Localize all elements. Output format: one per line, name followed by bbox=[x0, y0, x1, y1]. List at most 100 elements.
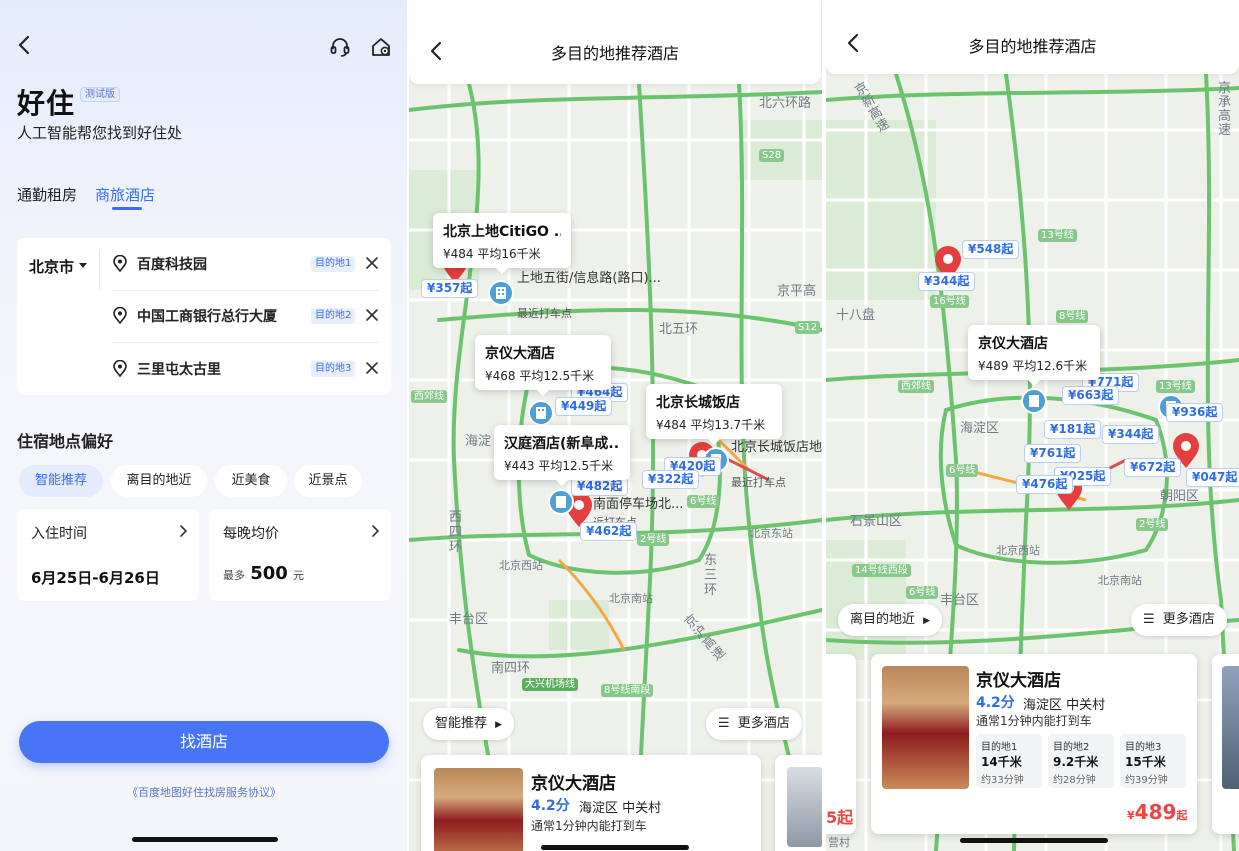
road-badge: 8号线 bbox=[1056, 310, 1089, 323]
road-badge: 6号线 bbox=[906, 586, 939, 599]
poi-label: 北京长城饭店地上停车场-... bbox=[731, 440, 822, 455]
hotel-card[interactable]: 京仪大酒店 4.2分 海淀区 中关村 通常1分钟内能打到车 bbox=[421, 755, 761, 851]
close-icon[interactable] bbox=[365, 308, 379, 322]
pref-chip-smart[interactable]: 智能推荐 bbox=[19, 465, 103, 497]
hotel-rating: 4.2分 bbox=[531, 798, 570, 814]
price-tag[interactable]: ¥181起 bbox=[1044, 420, 1102, 439]
home-settings-icon[interactable] bbox=[370, 36, 392, 58]
hotel-card[interactable]: 京仪大酒店 4.2分 海淀区 中关村 通常1分钟内能打到车 目的地1 14千米 … bbox=[871, 654, 1197, 834]
price-tag[interactable]: ¥462起 bbox=[580, 522, 638, 541]
hotel-popup[interactable]: 北京长城饭店 ¥484 平均13.7千米 bbox=[646, 384, 782, 445]
road-badge: 6号线 bbox=[946, 464, 979, 477]
road-badge: 14号线西段 bbox=[852, 564, 911, 577]
more-hotels-button[interactable]: ☰ 更多酒店 bbox=[706, 708, 802, 740]
price-card[interactable]: 每晚均价 最多 500 元 bbox=[209, 509, 391, 601]
sort-near-destination-button[interactable]: 离目的地近 ▶ bbox=[838, 604, 943, 636]
close-icon[interactable] bbox=[365, 361, 379, 375]
chevron-right-icon bbox=[180, 525, 188, 537]
checkin-card[interactable]: 入住时间 6月25日-6月26日 bbox=[17, 509, 199, 601]
map-label: 东三环 bbox=[704, 553, 718, 598]
hotel-popup-title: 京仪大酒店 bbox=[485, 346, 555, 362]
hotel-card-next[interactable] bbox=[1212, 654, 1239, 834]
hotel-popup[interactable]: 汉庭酒店(新阜成... ¥443 平均12.5千米 bbox=[494, 425, 630, 486]
hotel-card-prev[interactable]: 5起 bbox=[826, 654, 856, 834]
hotel-taxi-info: 通常1分钟内能打到车 bbox=[976, 714, 1092, 728]
slogan: 人工智能帮您找到好住处 bbox=[17, 124, 183, 142]
close-icon[interactable] bbox=[365, 256, 379, 270]
road-badge: 16号线 bbox=[930, 295, 969, 308]
home-indicator bbox=[960, 838, 1108, 843]
hotel-popup[interactable]: 京仪大酒店 ¥489 平均12.6千米 bbox=[968, 325, 1100, 386]
hotel-rating: 4.2分 bbox=[976, 695, 1015, 711]
hotel-popup[interactable]: 京仪大酒店 ¥468 平均12.5千米 bbox=[475, 335, 611, 396]
service-agreement-link[interactable]: 《百度地图好住找房服务协议》 bbox=[0, 784, 408, 800]
destination-row-3[interactable]: 三里屯太古里 目的地3 bbox=[111, 349, 381, 389]
price-tag[interactable]: ¥344起 bbox=[1102, 425, 1160, 444]
pref-chip-near-destination[interactable]: 离目的地近 bbox=[111, 465, 207, 497]
chevron-down-icon[interactable] bbox=[79, 263, 87, 268]
destination-pin-icon[interactable] bbox=[1021, 388, 1047, 418]
city-selector[interactable]: 北京市 bbox=[29, 256, 74, 277]
distance-label: 目的地1 bbox=[981, 742, 1018, 753]
road-badge: 8号线南段 bbox=[601, 684, 654, 697]
chevron-right-icon bbox=[372, 525, 380, 537]
road-badge: 西郊线 bbox=[898, 380, 934, 393]
sort-smart-button[interactable]: 智能推荐 ▶ bbox=[423, 708, 515, 740]
map-label: 石景山区 bbox=[850, 514, 903, 529]
distance-km: 14千米 bbox=[981, 755, 1022, 769]
back-icon[interactable] bbox=[16, 34, 34, 56]
road-badge: 13号线 bbox=[1038, 229, 1077, 242]
checkin-value: 6月25日-6月26日 bbox=[31, 569, 160, 587]
destination-name: 中国工商银行总行大厦 bbox=[137, 309, 277, 325]
destination-row-1[interactable]: 百度科技园 目的地1 bbox=[111, 244, 381, 284]
road-badge: 大兴机场线 bbox=[522, 678, 578, 691]
price-tag[interactable]: ¥761起 bbox=[1024, 444, 1082, 463]
caret-right-icon: ▶ bbox=[923, 616, 931, 626]
map-label: 朝阳区 bbox=[1160, 489, 1200, 504]
map-label: 丰台区 bbox=[449, 612, 489, 627]
map-label: 南四环 bbox=[491, 661, 531, 676]
road-badge: 13号线 bbox=[1156, 380, 1195, 393]
map-label: 北京西站 bbox=[499, 559, 543, 572]
more-hotels-button[interactable]: ☰ 更多酒店 bbox=[1131, 604, 1227, 636]
price-tag[interactable]: ¥047起 bbox=[1186, 468, 1239, 487]
headset-icon[interactable] bbox=[329, 36, 351, 58]
destination-pin-icon[interactable] bbox=[488, 280, 514, 310]
destination-row-2[interactable]: 中国工商银行总行大厦 目的地2 bbox=[111, 296, 381, 336]
list-icon: ☰ bbox=[718, 716, 730, 731]
distance-time: 约39分钟 bbox=[1125, 775, 1168, 786]
pref-chip-scenic[interactable]: 近景点 bbox=[294, 465, 362, 497]
caret-right-icon: ▶ bbox=[495, 720, 503, 730]
price-suffix: 起 bbox=[1176, 809, 1188, 822]
hotel-image bbox=[434, 768, 523, 851]
price-tag[interactable]: ¥548起 bbox=[962, 240, 1020, 259]
hotel-popup-sub: ¥484 平均13.7千米 bbox=[656, 418, 766, 432]
destination-pin-icon[interactable] bbox=[548, 489, 574, 519]
find-hotel-button[interactable]: 找酒店 bbox=[19, 721, 389, 763]
price-tag[interactable]: ¥663起 bbox=[1062, 386, 1120, 405]
distance-label: 目的地3 bbox=[1125, 742, 1162, 753]
hotel-popup[interactable]: 北京上地CitiGO ... ¥484 平均16千米 bbox=[433, 213, 571, 274]
map-label: 海淀 bbox=[465, 434, 492, 449]
price-tag[interactable]: ¥449起 bbox=[555, 397, 613, 416]
tab-business-hotel[interactable]: 商旅酒店 bbox=[95, 184, 155, 205]
hotel-popup-title: 汉庭酒店(新阜成... bbox=[504, 436, 620, 452]
price-tag[interactable]: ¥476起 bbox=[1016, 475, 1074, 494]
price-tag[interactable]: ¥357起 bbox=[421, 279, 479, 298]
hotel-popup-title: 北京长城饭店 bbox=[656, 395, 740, 411]
price-tag[interactable]: ¥344起 bbox=[918, 272, 976, 291]
brand-title: 好住 bbox=[17, 87, 76, 120]
hotel-area: 海淀区 中关村 bbox=[579, 801, 662, 816]
hotel-popup-sub: ¥468 平均12.5千米 bbox=[485, 369, 595, 383]
price-tag[interactable]: ¥322起 bbox=[642, 470, 700, 489]
price-tag[interactable]: ¥936起 bbox=[1166, 403, 1224, 422]
hotel-card-next[interactable] bbox=[775, 755, 822, 851]
checkin-label: 入住时间 bbox=[31, 526, 87, 542]
sort-button-label: 智能推荐 bbox=[435, 716, 488, 731]
hotel-image bbox=[1222, 666, 1239, 789]
price-tag[interactable]: ¥672起 bbox=[1124, 458, 1182, 477]
pref-chip-food[interactable]: 近美食 bbox=[215, 465, 287, 497]
tab-commute-rental[interactable]: 通勤租房 bbox=[17, 184, 77, 205]
distance-box: 目的地3 15千米 约39分钟 bbox=[1120, 734, 1186, 788]
screen-map-near-destination: 京新高速 十八盘 海淀区 石景山区 丰台区 朝阳区 北京西站 北京南站 京承高速… bbox=[826, 0, 1239, 851]
